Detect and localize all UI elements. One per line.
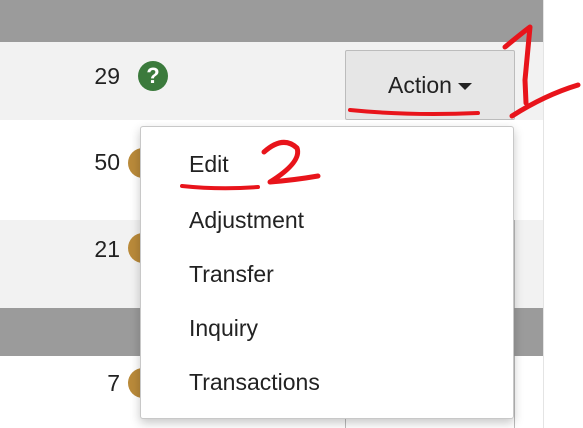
red-markup-annotations (180, 24, 581, 191)
edit-underline-annotation (180, 184, 260, 191)
step-1-annotation (502, 24, 581, 119)
step-2-annotation (261, 139, 321, 185)
action-underline-annotation (348, 108, 480, 116)
